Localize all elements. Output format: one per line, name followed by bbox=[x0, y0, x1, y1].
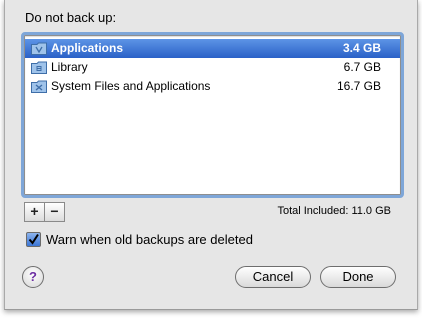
checkmark-icon bbox=[28, 233, 39, 245]
dialog-heading: Do not back up: bbox=[25, 10, 117, 25]
applications-folder-icon bbox=[31, 42, 47, 55]
list-item[interactable]: Library 6.7 GB bbox=[25, 58, 400, 77]
library-folder-icon bbox=[31, 61, 47, 74]
help-button[interactable]: ? bbox=[22, 266, 44, 288]
item-size: 6.7 GB bbox=[343, 60, 381, 74]
list-item[interactable]: Applications 3.4 GB bbox=[25, 39, 400, 58]
done-button[interactable]: Done bbox=[320, 266, 396, 288]
add-button[interactable]: + bbox=[25, 203, 44, 221]
list-item[interactable]: System Files and Applications 16.7 GB bbox=[25, 77, 400, 96]
item-name: System Files and Applications bbox=[51, 79, 211, 93]
item-name: Library bbox=[51, 60, 88, 74]
add-remove-control: + − bbox=[24, 202, 65, 222]
warn-checkbox[interactable] bbox=[26, 232, 41, 247]
item-size: 16.7 GB bbox=[336, 79, 381, 93]
system-folder-icon bbox=[31, 80, 47, 93]
warn-checkbox-label: Warn when old backups are deleted bbox=[46, 232, 253, 247]
cancel-button[interactable]: Cancel bbox=[235, 266, 311, 288]
total-included: Total Included: 11.0 GB bbox=[277, 205, 391, 217]
item-size: 3.4 GB bbox=[342, 41, 381, 55]
exclusion-list[interactable]: Applications 3.4 GB Library 6.7 GB Syste… bbox=[21, 32, 404, 198]
item-name: Applications bbox=[51, 41, 124, 55]
remove-button[interactable]: − bbox=[44, 203, 64, 221]
exclusions-sheet: Do not back up: Applications 3.4 GB Libr… bbox=[4, 0, 418, 310]
